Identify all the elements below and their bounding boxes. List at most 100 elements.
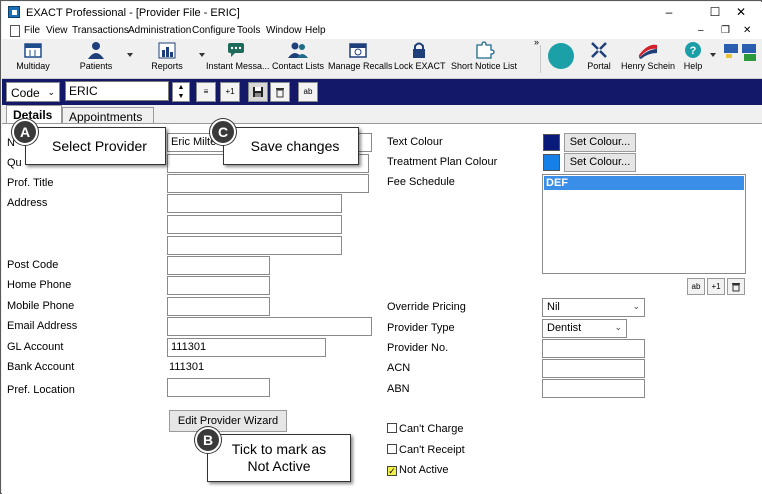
fee-schedule-edit-button[interactable]: ab [687,278,705,295]
fee-schedule-label: Fee Schedule [387,176,455,188]
provider-spin-button[interactable]: ▲ ▼ [172,82,190,102]
minimize-button[interactable]: – [650,2,688,23]
patients-button[interactable]: Patients [74,41,118,77]
prof-title-field[interactable] [167,174,369,193]
menu-configure[interactable]: Configure [192,25,235,36]
home-phone-field[interactable] [167,276,270,295]
text-colour-label: Text Colour [387,136,443,148]
home-phone-label: Home Phone [7,279,72,291]
reports-dropdown-icon[interactable] [199,53,205,57]
lock-exact-button[interactable]: Lock EXACT [394,41,446,77]
gl-account-label: GL Account [7,341,64,353]
checkbox-box[interactable] [387,444,397,454]
provider-no-field[interactable] [542,339,645,358]
help-dropdown-icon[interactable] [710,53,716,57]
fee-schedule-list[interactable]: DEF [542,174,746,274]
lock-icon [408,41,430,59]
list-item[interactable]: DEF [544,176,744,190]
callout-save-changes: Save changes [223,127,359,165]
exact-app-icon [8,6,20,18]
mdi-minimize-button[interactable]: – [698,25,704,36]
provider-type-select[interactable]: Dentist ⌄ [542,319,627,338]
calendar-icon [22,41,44,59]
fee-schedule-delete-button[interactable] [727,278,745,295]
post-code-field[interactable] [167,256,270,275]
chevron-up-icon: ▲ [177,84,185,91]
not-active-checkbox[interactable]: ✓ Not Active [387,464,449,476]
callout-mark-not-active: Tick to mark as Not Active [207,434,351,482]
patient-icon [85,41,107,59]
short-notice-list-button[interactable]: Short Notice List [451,41,517,77]
provider-navigation-bar: Code ⌄ ERIC ▲ ▼ ≡ +1 ab [2,79,762,105]
cant-charge-checkbox[interactable]: Can't Charge [387,423,463,435]
menu-tools[interactable]: Tools [237,25,260,36]
override-pricing-label: Override Pricing [387,301,466,313]
acn-field[interactable] [542,359,645,378]
set-text-colour-button[interactable]: Set Colour... [564,133,636,152]
provider-type-label: Provider Type [387,322,455,334]
provider-tabs: Details Appointments [2,105,762,125]
abn-field[interactable] [542,379,645,398]
spell-check-button[interactable]: ab [298,82,318,102]
address-line-2-field[interactable] [167,215,342,234]
menu-view[interactable]: View [46,25,68,36]
chevron-down-icon: ⌄ [614,322,622,332]
set-treatment-plan-colour-button[interactable]: Set Colour... [564,153,636,172]
help-button[interactable]: ? Help [680,41,706,77]
henry-schein-logo-icon [637,41,659,59]
close-button[interactable]: ✕ [722,2,760,23]
henry-schein-button[interactable]: Henry Schein [620,41,676,77]
callout-badge-b: B [195,427,221,453]
menu-help[interactable]: Help [305,25,326,36]
save-button[interactable] [248,82,268,102]
app-window: EXACT Professional - [Provider File - ER… [0,0,762,494]
trash-icon [276,88,284,98]
bank-account-value: 111301 [169,361,205,373]
pref-location-field[interactable] [167,378,270,397]
manage-recalls-button[interactable]: Manage Recalls [328,41,393,77]
menu-transactions[interactable]: Transactions [72,25,129,36]
teal-circle-button[interactable] [545,41,577,77]
checkbox-box[interactable]: ✓ [387,466,397,476]
add-new-button[interactable]: +1 [220,82,240,102]
toolbar-overflow-icon[interactable]: » [534,37,539,47]
prof-title-label: Prof. Title [7,177,54,189]
provider-details-form: N Eric Milte Qu Prof. Title Address Post… [2,123,762,494]
instant-messages-button[interactable]: Instant Messa... [206,41,270,77]
multiday-button[interactable]: Multiday [10,41,56,77]
cant-receipt-checkbox[interactable]: Can't Receipt [387,444,465,456]
override-pricing-select[interactable]: Nil ⌄ [542,298,645,317]
help-question-icon: ? [682,41,704,59]
mdi-restore-button[interactable]: ❐ [721,25,730,36]
edit-list-button[interactable]: ≡ [196,82,216,102]
callout-badge-c: C [210,119,236,145]
mobile-phone-field[interactable] [167,297,270,316]
mdi-close-button[interactable]: ✕ [743,25,751,36]
treatment-plan-colour-label: Treatment Plan Colour [387,156,498,168]
checkbox-box[interactable] [387,423,397,433]
portal-button[interactable]: Portal [582,41,616,77]
gl-account-field[interactable]: 111301 [167,338,326,357]
patients-dropdown-icon[interactable] [127,53,133,57]
delete-button[interactable] [270,82,290,102]
email-address-field[interactable] [167,317,372,336]
menu-window[interactable]: Window [266,25,302,36]
provider-search-input[interactable]: ERIC [65,81,169,101]
text-colour-swatch [543,134,560,151]
menu-bar: File View Transactions Administration Co… [2,23,762,39]
abn-label: ABN [387,383,410,395]
window-title: EXACT Professional - [Provider File - ER… [26,7,240,19]
fee-schedule-add-button[interactable]: +1 [707,278,725,295]
teal-circle-icon [548,43,574,69]
acn-label: ACN [387,362,411,374]
recall-calendar-icon [347,41,369,59]
menu-file[interactable]: File [24,25,40,36]
address-line-1-field[interactable] [167,194,342,213]
menu-administration[interactable]: Administration [128,25,191,36]
svg-text:?: ? [690,45,697,57]
reports-button[interactable]: Reports [146,41,188,77]
address-line-3-field[interactable] [167,236,342,255]
contact-lists-button[interactable]: Contact Lists [272,41,324,77]
search-by-code-select[interactable]: Code ⌄ [6,82,60,102]
edit-provider-wizard-button[interactable]: Edit Provider Wizard [169,410,287,432]
